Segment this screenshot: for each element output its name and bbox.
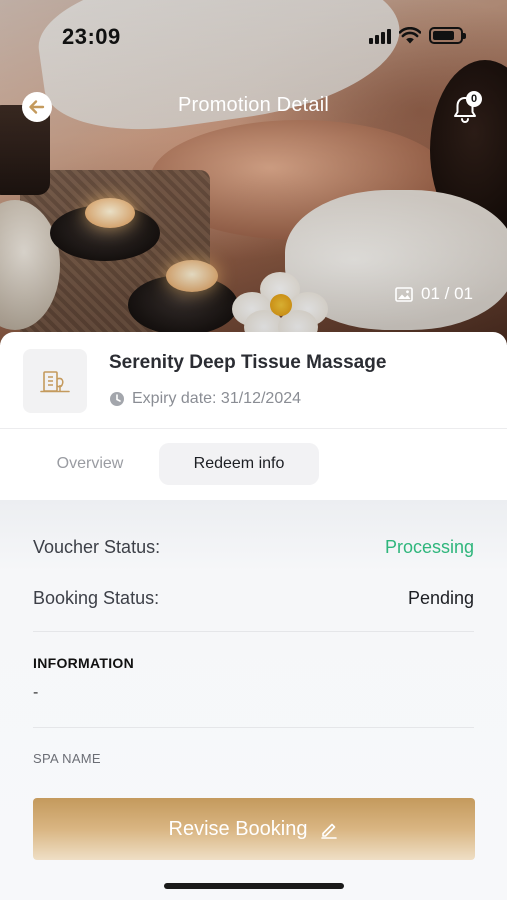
edit-icon — [321, 823, 338, 839]
spa-name-label: SPA NAME — [33, 751, 101, 766]
booking-status-value: Pending — [407, 588, 474, 608]
booking-status-row: Booking Status: Pending — [33, 588, 474, 609]
tab-overview[interactable]: Overview — [34, 443, 146, 485]
clock-icon — [110, 392, 124, 406]
voucher-status-value: Processing — [384, 537, 474, 557]
information-heading: INFORMATION — [33, 655, 135, 671]
revise-booking-button[interactable]: Revise Booking — [33, 798, 475, 860]
card-divider — [0, 428, 507, 429]
information-value: - — [33, 684, 39, 701]
revise-booking-label: Revise Booking — [168, 817, 308, 840]
spa-thumbnail — [23, 349, 87, 413]
tab-redeem-info[interactable]: Redeem info — [159, 443, 319, 485]
home-indicator — [164, 883, 344, 889]
promotion-title: Serenity Deep Tissue Massage — [109, 352, 387, 373]
notification-button[interactable]: 0 — [452, 91, 482, 126]
section-divider — [33, 631, 474, 632]
promotion-card: Serenity Deep Tissue Massage Expiry date… — [0, 332, 507, 500]
battery-icon — [429, 27, 466, 44]
voucher-status-row: Voucher Status: Processing — [33, 537, 474, 558]
status-icons — [369, 27, 466, 44]
expiry-date: Expiry date: 31/12/2024 — [109, 390, 301, 408]
notification-badge: 0 — [466, 91, 482, 107]
building-icon — [40, 371, 70, 393]
image-icon — [395, 286, 413, 302]
wifi-icon — [399, 27, 421, 44]
section-divider — [33, 727, 474, 728]
expiry-text: Expiry date: 31/12/2024 — [132, 390, 302, 407]
image-counter-text: 01 / 01 — [421, 284, 473, 303]
image-counter: 01 / 01 — [395, 284, 473, 304]
booking-status-label: Booking Status: — [33, 588, 160, 608]
voucher-status-label: Voucher Status: — [33, 537, 161, 557]
page-title: Promotion Detail — [177, 94, 330, 116]
status-time: 23:09 — [62, 24, 121, 49]
signal-icon — [369, 28, 391, 44]
